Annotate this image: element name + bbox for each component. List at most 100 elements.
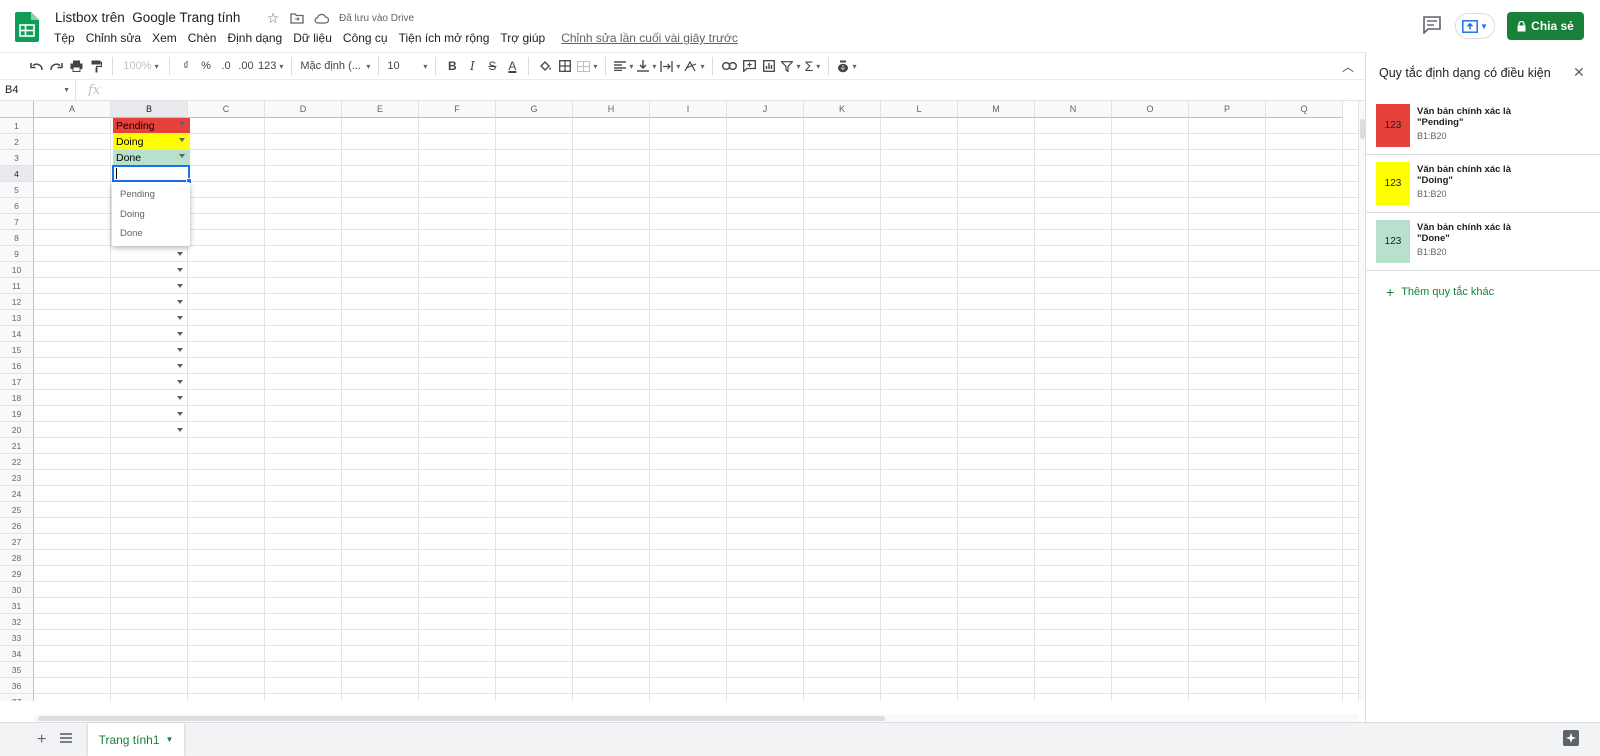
row-header[interactable]: 11	[0, 278, 34, 294]
dropdown-arrow-icon[interactable]	[177, 364, 183, 368]
active-cell-editor[interactable]	[112, 165, 192, 184]
vertical-align-icon[interactable]	[635, 55, 658, 77]
undo-icon[interactable]	[26, 55, 46, 77]
dropdown-option[interactable]: Doing	[112, 205, 190, 225]
insert-comment-icon[interactable]	[739, 55, 759, 77]
menu-data[interactable]: Dữ liệu	[293, 31, 332, 45]
last-edit-link[interactable]: Chỉnh sửa lần cuối vài giây trước	[561, 31, 738, 45]
text-color-button[interactable]: A	[502, 55, 522, 77]
column-header[interactable]: O	[1112, 101, 1189, 118]
row-header[interactable]: 2	[0, 134, 34, 150]
menu-file[interactable]: Tệp	[54, 31, 75, 45]
row-header[interactable]: 12	[0, 294, 34, 310]
row-header[interactable]: 28	[0, 550, 34, 566]
row-header[interactable]: 15	[0, 342, 34, 358]
row-header[interactable]: 20	[0, 422, 34, 438]
dropdown-arrow-icon[interactable]	[177, 300, 183, 304]
font-size-select[interactable]: 10	[385, 55, 429, 77]
column-header[interactable]: L	[881, 101, 958, 118]
row-header[interactable]: 23	[0, 470, 34, 486]
column-header[interactable]: C	[188, 101, 265, 118]
dropdown-arrow-icon[interactable]	[177, 252, 183, 256]
font-family-select[interactable]: Mặc định (...	[298, 55, 372, 77]
row-header[interactable]: 16	[0, 358, 34, 374]
dropdown-arrow-icon[interactable]	[177, 428, 183, 432]
text-rotation-icon[interactable]	[682, 55, 706, 77]
row-header[interactable]: 1	[0, 118, 34, 134]
insert-chart-icon[interactable]	[759, 55, 779, 77]
menu-view[interactable]: Xem	[152, 31, 177, 45]
column-header[interactable]: F	[419, 101, 496, 118]
spreadsheet-grid[interactable]: A B C D E F G H I J K L M N O P Q 1 2 3 4 5 6 7 8 9 10 11 12 13 14 15 16…	[0, 101, 1358, 701]
dropdown-arrow-icon[interactable]	[177, 332, 183, 336]
row-header[interactable]: 27	[0, 534, 34, 550]
comment-history-icon[interactable]	[1422, 16, 1442, 34]
select-all-corner[interactable]	[0, 101, 34, 118]
dropdown-option[interactable]: Done	[112, 224, 190, 244]
vertical-scrollbar[interactable]	[1358, 101, 1365, 701]
row-header[interactable]: 6	[0, 198, 34, 214]
strikethrough-button[interactable]: S	[482, 55, 502, 77]
scroll-thumb[interactable]	[38, 716, 885, 721]
move-folder-icon[interactable]	[289, 10, 305, 26]
row-header[interactable]: 5	[0, 182, 34, 198]
row-header[interactable]: 3	[0, 150, 34, 166]
row-header[interactable]: 4	[0, 166, 34, 182]
row-header[interactable]: 8	[0, 230, 34, 246]
explore-icon[interactable]	[1563, 730, 1579, 746]
row-header[interactable]: 9	[0, 246, 34, 262]
column-header[interactable]: M	[958, 101, 1035, 118]
row-header[interactable]: 36	[0, 678, 34, 694]
dropdown-arrow-icon[interactable]	[179, 154, 185, 158]
row-header[interactable]: 18	[0, 390, 34, 406]
all-sheets-icon[interactable]	[60, 732, 72, 744]
percent-format-button[interactable]: %	[196, 55, 216, 77]
insert-link-icon[interactable]	[719, 55, 739, 77]
dropdown-option[interactable]: Pending	[112, 185, 190, 205]
row-header[interactable]: 10	[0, 262, 34, 278]
row-header[interactable]: 19	[0, 406, 34, 422]
row-header[interactable]: 30	[0, 582, 34, 598]
format-rule[interactable]: 123 Văn bản chính xác là "Pending" B1:B2…	[1366, 98, 1600, 155]
increase-decimal-button[interactable]: .00	[236, 55, 256, 77]
dropdown-arrow-icon[interactable]	[177, 348, 183, 352]
menu-extensions[interactable]: Tiện ích mở rộng	[399, 31, 490, 45]
cloud-saved-icon[interactable]	[313, 10, 329, 26]
menu-help[interactable]: Trợ giúp	[500, 31, 545, 45]
row-header[interactable]: 24	[0, 486, 34, 502]
menu-insert[interactable]: Chèn	[188, 31, 217, 45]
row-header[interactable]: 14	[0, 326, 34, 342]
present-button[interactable]: ▼	[1455, 13, 1495, 39]
horizontal-scrollbar[interactable]	[34, 714, 1358, 722]
dropdown-arrow-icon[interactable]	[177, 316, 183, 320]
row-header[interactable]: 33	[0, 630, 34, 646]
format-rule[interactable]: 123 Văn bản chính xác là "Doing" B1:B20	[1366, 156, 1600, 213]
text-wrap-icon[interactable]	[658, 55, 682, 77]
row-header[interactable]: 13	[0, 310, 34, 326]
row-header[interactable]: 34	[0, 646, 34, 662]
dropdown-cell[interactable]: Done	[113, 150, 190, 165]
column-header[interactable]: K	[804, 101, 881, 118]
column-header[interactable]: B	[111, 101, 188, 118]
italic-button[interactable]: I	[462, 55, 482, 77]
add-rule-button[interactable]: + Thêm quy tắc khác	[1386, 284, 1494, 300]
name-box[interactable]: B4 ▼	[0, 80, 76, 100]
row-header[interactable]: 32	[0, 614, 34, 630]
row-header[interactable]: 29	[0, 566, 34, 582]
dropdown-cell[interactable]: Doing	[113, 134, 190, 149]
dropdown-arrow-icon[interactable]	[179, 122, 185, 126]
sheet-tab-active[interactable]: Trang tính1 ▼	[88, 723, 184, 756]
merge-cells-icon[interactable]	[575, 55, 599, 77]
collapse-menu-icon[interactable]: ︿	[1342, 58, 1354, 75]
add-sheet-icon[interactable]: +	[37, 731, 46, 749]
column-header[interactable]: G	[496, 101, 573, 118]
row-header[interactable]: 31	[0, 598, 34, 614]
print-icon[interactable]	[66, 55, 86, 77]
currency-format-button[interactable]: ₫	[176, 55, 196, 77]
horizontal-align-icon[interactable]	[612, 55, 635, 77]
dropdown-arrow-icon[interactable]	[177, 380, 183, 384]
row-header[interactable]: 37	[0, 694, 34, 701]
column-header[interactable]: H	[573, 101, 650, 118]
column-header[interactable]: E	[342, 101, 419, 118]
functions-button[interactable]: Σ	[802, 55, 822, 77]
